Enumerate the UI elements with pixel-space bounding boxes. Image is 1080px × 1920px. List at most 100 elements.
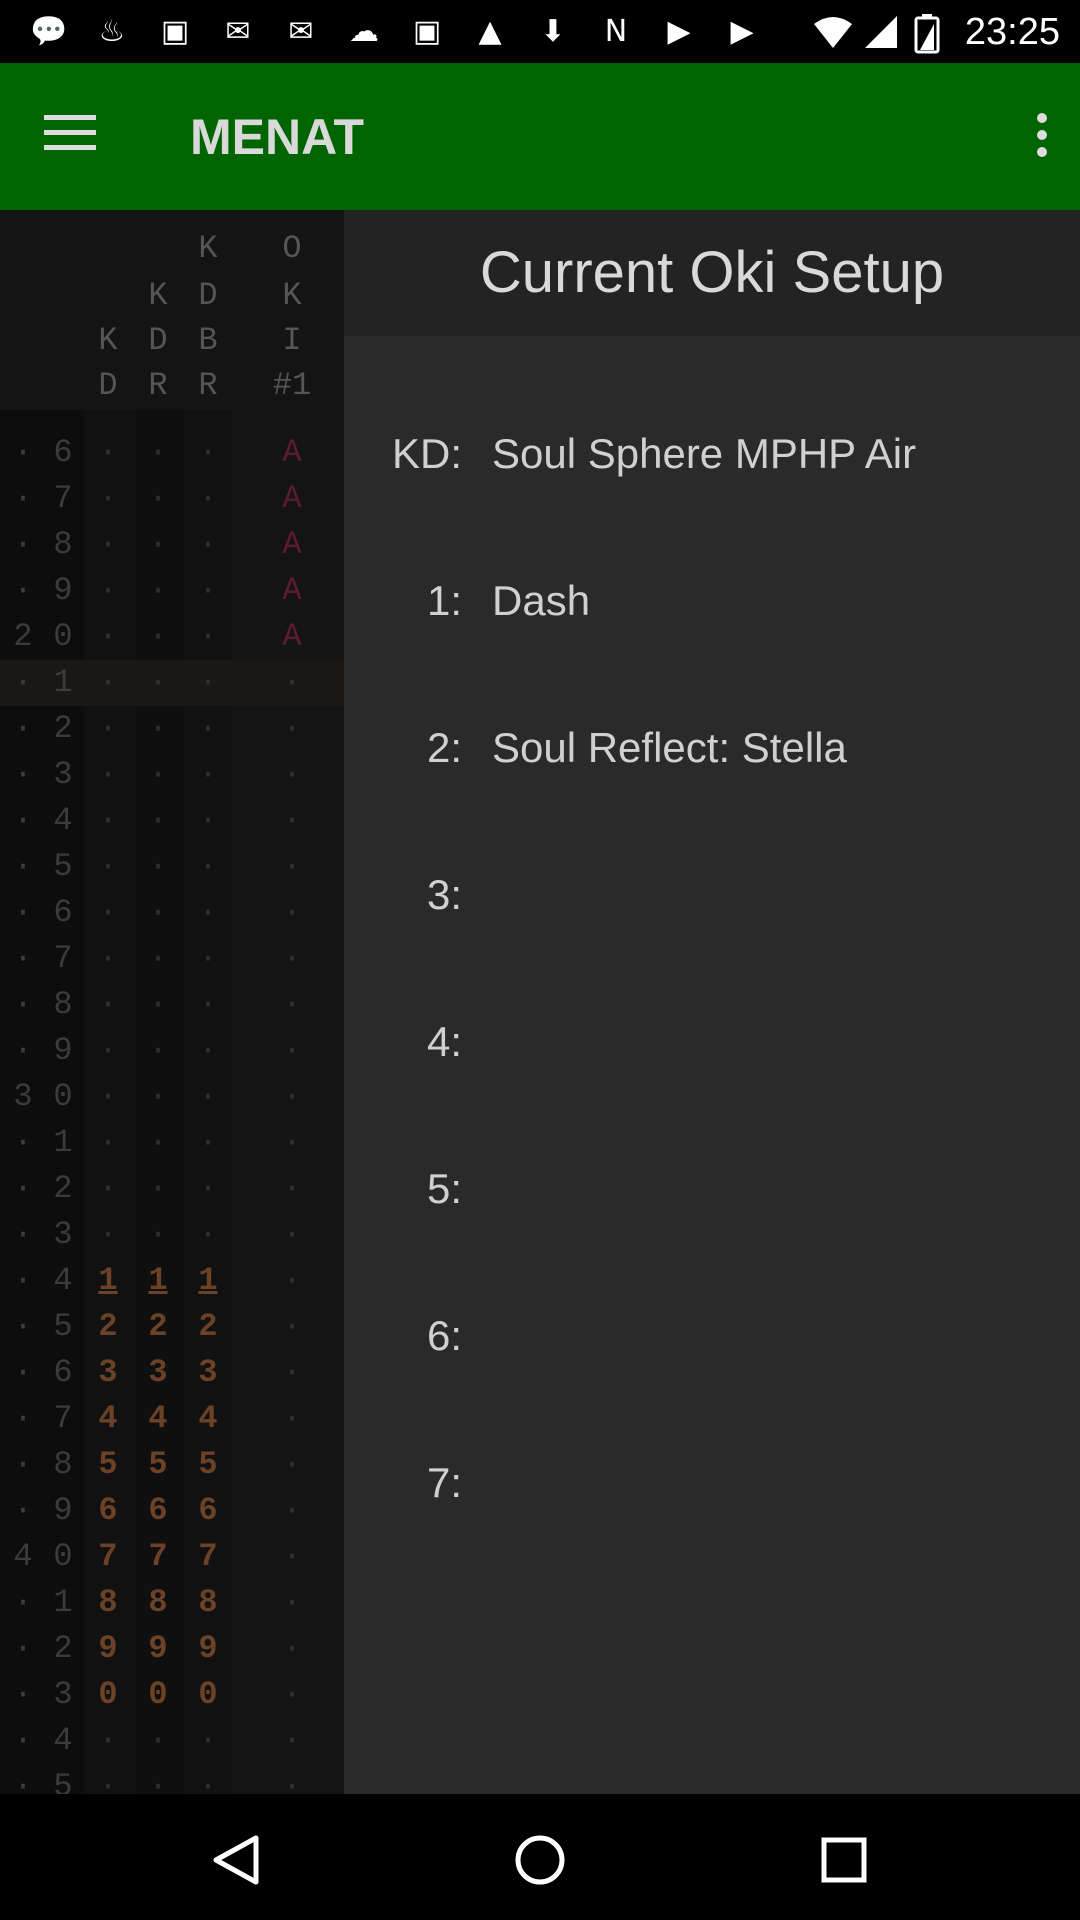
oki-slot-row[interactable]: KD: Soul Sphere MPHP Air — [344, 414, 1080, 494]
frame-row[interactable]: · 1 8 8 8 · — [0, 1580, 344, 1626]
frame-row[interactable]: 2 0 · · · A — [0, 614, 344, 660]
frame-row[interactable]: · 5 · · · · — [0, 844, 344, 890]
status-bar: 💬 ♨ ▣ ✉ ✉ ☁ ▣ ▲ ⬇ N ▶ ▶ 23:25 — [0, 0, 1080, 63]
frame-row[interactable]: · 8 · · · A — [0, 522, 344, 568]
frame-row[interactable]: · 9 · · · · — [0, 1028, 344, 1074]
frame-cell: 7 — [98, 1538, 118, 1575]
frame-number-digit: · — [13, 894, 33, 931]
frame-row[interactable]: · 3 · · · · — [0, 752, 344, 798]
frame-row[interactable]: · 3 · · · · — [0, 1212, 344, 1258]
frame-cell: · — [198, 480, 218, 517]
frame-cell: 1 — [148, 1262, 168, 1299]
frame-cell: · — [148, 986, 168, 1023]
frame-row[interactable]: · 4 · · · · — [0, 1718, 344, 1764]
frame-row[interactable]: · 8 5 5 5 · — [0, 1442, 344, 1488]
frame-cell: 3 — [98, 1354, 118, 1391]
frame-cell: A — [282, 572, 302, 609]
frame-cell: 8 — [98, 1584, 118, 1621]
frame-cell: A — [282, 434, 302, 471]
frame-cell: · — [282, 710, 302, 747]
frame-number-digit: 4 — [53, 802, 73, 839]
frame-cell: · — [282, 756, 302, 793]
frame-number-digit: · — [13, 940, 33, 977]
oki-slot-row[interactable]: 6: — [344, 1296, 1080, 1376]
frame-cell: 9 — [148, 1630, 168, 1667]
frame-row[interactable]: · 5 · · · · — [0, 1764, 344, 1794]
more-options-icon[interactable] — [1034, 113, 1050, 161]
frame-cell: 8 — [148, 1584, 168, 1621]
grid-header-kdr-char: D — [148, 322, 168, 359]
frame-grid[interactable]: K D K D R K D B R O K I #1 · 6 · · · A · 7 · · · A · 8 · · · A · 9 · · · A 2… — [0, 210, 344, 1794]
frame-row[interactable]: · 4 · · · · — [0, 798, 344, 844]
frame-cell: · — [282, 894, 302, 931]
back-icon[interactable] — [206, 1830, 266, 1890]
grid-header-oki1-char: O — [282, 230, 302, 267]
frame-row[interactable]: · 7 · · · A — [0, 476, 344, 522]
oki-slot-row[interactable]: 1: Dash — [344, 561, 1080, 641]
frame-cell: · — [198, 710, 218, 747]
download-icon: ⬇ — [540, 14, 566, 49]
frame-row[interactable]: · 3 0 0 0 · — [0, 1672, 344, 1718]
frame-cell: · — [282, 1446, 302, 1483]
frame-row[interactable]: 3 0 · · · · — [0, 1074, 344, 1120]
steam-icon: ♨ — [98, 14, 126, 49]
oki-slot-row[interactable]: 2: Soul Reflect: Stella — [344, 708, 1080, 788]
frame-cell: · — [148, 526, 168, 563]
frame-row[interactable]: · 8 · · · · — [0, 982, 344, 1028]
frame-number-digit: · — [13, 1630, 33, 1667]
frame-number-digit: 0 — [53, 1538, 73, 1575]
frame-row[interactable]: · 5 2 2 2 · — [0, 1304, 344, 1350]
frame-cell: · — [98, 894, 118, 931]
frame-row[interactable]: · 1 · · · · — [0, 660, 344, 706]
frame-row[interactable]: · 2 · · · · — [0, 706, 344, 752]
twitch-icon: ▣ — [160, 14, 190, 49]
frame-cell: · — [198, 664, 218, 701]
frame-row[interactable]: · 6 3 3 3 · — [0, 1350, 344, 1396]
grid-header-kd-char: D — [98, 367, 118, 404]
frame-number-digit: · — [13, 710, 33, 747]
oki-slot-value: Soul Sphere MPHP Air — [492, 430, 917, 477]
frame-cell: · — [198, 802, 218, 839]
oki-slot-row[interactable]: 3: — [344, 855, 1080, 935]
frame-cell: · — [148, 848, 168, 885]
frame-cell: · — [282, 1032, 302, 1069]
frame-row[interactable]: · 7 · · · · — [0, 936, 344, 982]
frame-row[interactable]: · 1 · · · · — [0, 1120, 344, 1166]
signal-icon — [860, 14, 902, 50]
frame-number-digit: · — [13, 480, 33, 517]
frame-row[interactable]: · 2 9 9 9 · — [0, 1626, 344, 1672]
status-time: 23:25 — [964, 11, 1060, 53]
frame-cell: · — [98, 1078, 118, 1115]
oki-setup-panel: Current Oki Setup KD: Soul Sphere MPHP Ai… — [344, 210, 1080, 1794]
frame-row[interactable]: · 9 · · · A — [0, 568, 344, 614]
frame-number-digit: · — [13, 1032, 33, 1069]
frame-number-digit: · — [13, 1262, 33, 1299]
frame-number-digit: 7 — [53, 1400, 73, 1437]
menu-icon[interactable] — [44, 115, 96, 157]
recents-icon[interactable] — [814, 1830, 874, 1890]
frame-cell: · — [198, 1078, 218, 1115]
oki-slot-row[interactable]: 5: — [344, 1149, 1080, 1229]
frame-cell: · — [148, 710, 168, 747]
frame-cell: · — [148, 1216, 168, 1253]
oki-slot-label: 7: — [426, 1459, 462, 1506]
frame-number-digit: 0 — [53, 1078, 73, 1115]
frame-cell: 7 — [198, 1538, 218, 1575]
frame-cell: · — [198, 434, 218, 471]
frame-row[interactable]: · 9 6 6 6 · — [0, 1488, 344, 1534]
frame-row[interactable]: · 7 4 4 4 · — [0, 1396, 344, 1442]
oki-slot-row[interactable]: 4: — [344, 1002, 1080, 1082]
frame-row[interactable]: 4 0 7 7 7 · — [0, 1534, 344, 1580]
oki-slot-row[interactable]: 7: — [344, 1443, 1080, 1523]
frame-row[interactable]: · 2 · · · · — [0, 1166, 344, 1212]
frame-number-digit: 5 — [53, 1308, 73, 1345]
image-icon: ▲ — [478, 14, 502, 49]
frame-number-digit: · — [13, 1124, 33, 1161]
home-icon[interactable] — [510, 1830, 570, 1890]
frame-cell: 3 — [198, 1354, 218, 1391]
frame-number-digit: · — [13, 1308, 33, 1345]
frame-row[interactable]: · 6 · · · A — [0, 430, 344, 476]
frame-number-digit: 2 — [53, 710, 73, 747]
frame-row[interactable]: · 6 · · · · — [0, 890, 344, 936]
frame-row[interactable]: · 4 1 1 1 · — [0, 1258, 344, 1304]
